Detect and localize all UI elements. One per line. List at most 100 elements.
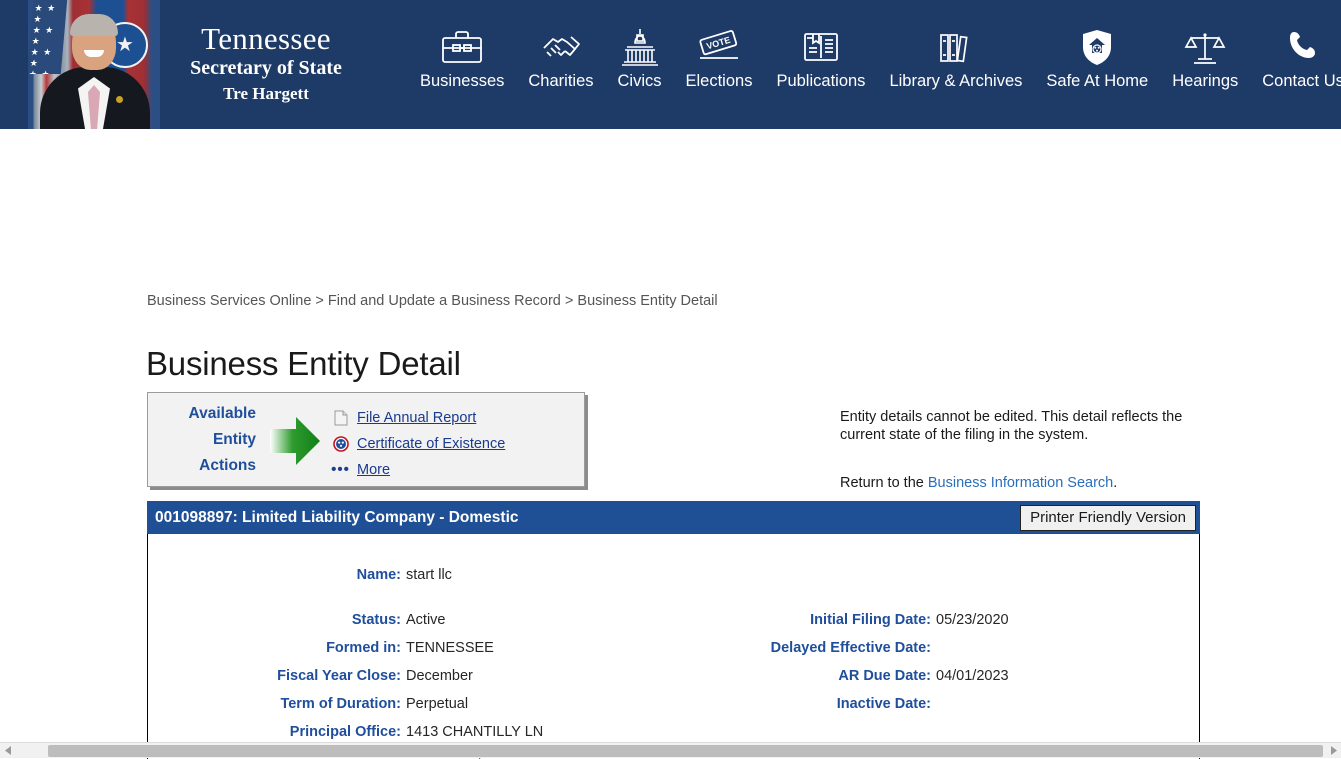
vote-ballot-icon: VOTE (696, 26, 742, 68)
actions-label-line2: Entity (148, 427, 256, 453)
actions-label-line1: Available (148, 401, 256, 427)
scales-of-justice-icon (1183, 26, 1227, 68)
nav-item-safe-at-home[interactable]: Safe At Home (1034, 26, 1160, 92)
field-label: Formed in: (148, 638, 406, 659)
nav-label: Businesses (420, 70, 504, 92)
available-entity-actions-box: Available Entity Actions (147, 392, 585, 487)
nav-item-businesses[interactable]: Businesses (408, 26, 516, 92)
action-row-more[interactable]: ••• More (332, 457, 584, 483)
nav-item-civics[interactable]: Civics (606, 26, 674, 92)
nav-item-publications[interactable]: Publications (764, 26, 877, 92)
action-row-file-annual-report[interactable]: File Annual Report (332, 405, 584, 431)
field-value: TENNESSEE (406, 638, 494, 659)
portrait-image: ★ ★ ★★ ★ ★★ ★ ★★ ★ ★★ ★ ★★ ★ ★ (28, 0, 160, 129)
return-suffix: . (1113, 475, 1117, 491)
nav-item-charities[interactable]: Charities (516, 26, 605, 92)
field-label: Status: (148, 610, 406, 631)
actions-box-label: Available Entity Actions (148, 393, 260, 486)
printer-friendly-version-button[interactable]: Printer Friendly Version (1020, 505, 1196, 531)
brand-official: Tre Hargett (160, 80, 372, 108)
field-value: Active (406, 610, 446, 631)
action-link-label[interactable]: Certificate of Existence (357, 436, 505, 452)
nav-label: Contact Us (1262, 70, 1341, 92)
field-formed-in: Formed in: TENNESSEE (148, 638, 678, 659)
scroll-right-arrow-icon[interactable] (1325, 743, 1341, 759)
field-label: AR Due Date: (678, 666, 936, 687)
field-label: Delayed Effective Date: (678, 638, 936, 659)
nav-item-hearings[interactable]: Hearings (1160, 26, 1250, 92)
actions-label-line3: Actions (148, 453, 256, 479)
return-prefix: Return to the (840, 475, 928, 491)
secretary-portrait: ★ ★ ★★ ★ ★★ ★ ★★ ★ ★★ ★ ★★ ★ ★ (28, 0, 160, 129)
ellipsis-icon: ••• (332, 462, 349, 479)
entity-detail-left-column: Name: start llc Status: Active Formed in… (148, 565, 678, 759)
portrait-hair (70, 14, 118, 36)
capitol-building-icon (618, 26, 662, 68)
phone-icon (1286, 26, 1320, 68)
green-arrow-decoration (260, 393, 320, 486)
nav-item-elections[interactable]: VOTE Elections (674, 26, 765, 92)
handshake-icon (539, 26, 583, 68)
main-navigation: Businesses Charities (372, 0, 1341, 129)
notice-return-line: Return to the Business Information Searc… (840, 474, 1200, 492)
scroll-left-arrow-icon[interactable] (0, 743, 16, 759)
field-label: Fiscal Year Close: (148, 666, 406, 687)
nav-label: Hearings (1172, 70, 1238, 92)
nav-label: Civics (618, 70, 662, 92)
field-value: December (406, 666, 473, 687)
action-row-certificate-of-existence[interactable]: Certificate of Existence (332, 431, 584, 457)
field-label: Name: (148, 565, 406, 586)
site-brand[interactable]: Tennessee Secretary of State Tre Hargett (160, 0, 372, 129)
us-flag-stars: ★ ★ ★★ ★ ★★ ★ ★★ ★ ★★ ★ ★★ ★ ★ (28, 0, 67, 74)
notice-paragraph: Entity details cannot be edited. This de… (840, 408, 1200, 444)
page-content: Business Services Online > Find and Upda… (0, 129, 1341, 758)
action-link-label[interactable]: More (357, 462, 390, 478)
portrait-lapel-pin (116, 96, 123, 103)
brand-office: Secretary of State (160, 56, 372, 80)
tn-seal-icon (332, 436, 349, 453)
field-label: Term of Duration: (148, 694, 406, 715)
books-icon (935, 26, 977, 68)
field-value: start llc (406, 565, 452, 586)
entity-card-header: 001098897: Limited Liability Company - D… (147, 501, 1200, 534)
field-value: 05/23/2020 (936, 610, 1009, 631)
entity-detail-grid: Name: start llc Status: Active Formed in… (148, 535, 1199, 565)
action-link-label[interactable]: File Annual Report (357, 410, 476, 426)
actions-links-list: File Annual Report Certificate of Existe… (320, 393, 584, 486)
entity-detail-right-column: Initial Filing Date: 05/23/2020 Delayed … (678, 610, 1198, 759)
shield-house-icon (1077, 26, 1117, 68)
field-ar-due-date: AR Due Date: 04/01/2023 (678, 666, 1198, 687)
field-delayed-effective-date: Delayed Effective Date: (678, 638, 1198, 659)
field-value: Perpetual (406, 694, 468, 715)
field-term-of-duration: Term of Duration: Perpetual (148, 694, 678, 715)
field-initial-filing-date: Initial Filing Date: 05/23/2020 (678, 610, 1198, 631)
entity-notice: Entity details cannot be edited. This de… (840, 408, 1200, 492)
brand-state: Tennessee (160, 22, 372, 56)
site-header: ★ ★ ★★ ★ ★★ ★ ★★ ★ ★★ ★ ★★ ★ ★ Tennessee… (0, 0, 1341, 129)
nav-label: Safe At Home (1046, 70, 1148, 92)
nav-label: Elections (686, 70, 753, 92)
document-icon (332, 410, 349, 427)
nav-label: Library & Archives (889, 70, 1022, 92)
field-name: Name: start llc (148, 565, 678, 586)
horizontal-scrollbar[interactable] (0, 742, 1341, 758)
nav-label: Charities (528, 70, 593, 92)
entity-detail-card: 001098897: Limited Liability Company - D… (147, 502, 1200, 759)
field-value: 04/01/2023 (936, 666, 1009, 687)
field-label: Initial Filing Date: (678, 610, 936, 631)
scrollbar-track[interactable] (16, 743, 1325, 759)
nav-item-contact-us[interactable]: Contact Us (1250, 26, 1341, 92)
field-label: Inactive Date: (678, 694, 936, 715)
nav-label: Publications (776, 70, 865, 92)
open-book-icon (801, 26, 841, 68)
breadcrumb[interactable]: Business Services Online > Find and Upda… (147, 293, 718, 309)
page-title: Business Entity Detail (146, 345, 461, 383)
nav-item-library-archives[interactable]: Library & Archives (877, 26, 1034, 92)
field-inactive-date: Inactive Date: (678, 694, 1198, 715)
field-status: Status: Active (148, 610, 678, 631)
briefcase-icon (440, 26, 484, 68)
entity-header-title: 001098897: Limited Liability Company - D… (155, 509, 519, 527)
scrollbar-thumb[interactable] (48, 745, 1323, 757)
field-fiscal-year-close: Fiscal Year Close: December (148, 666, 678, 687)
business-information-search-link[interactable]: Business Information Search (928, 475, 1113, 491)
